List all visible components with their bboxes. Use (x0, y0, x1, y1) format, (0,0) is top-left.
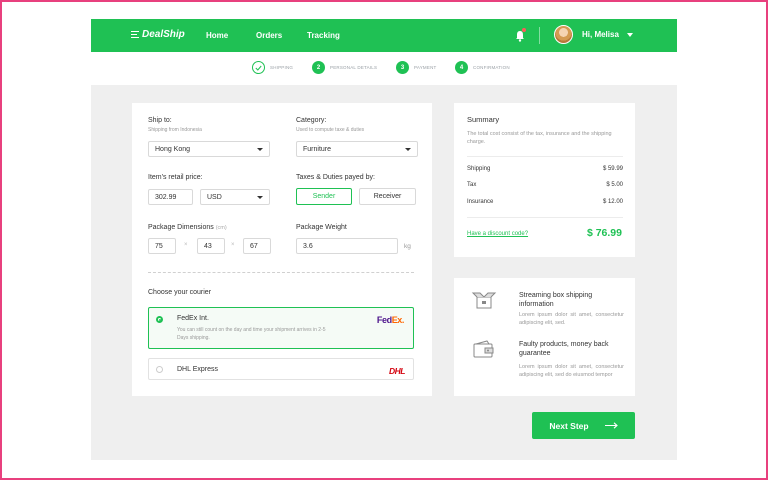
dimension-length-input[interactable]: 75 (148, 238, 176, 254)
avatar[interactable] (554, 25, 573, 44)
currency-select[interactable]: USD (200, 189, 270, 205)
courier-label: Choose your courier (148, 289, 212, 296)
step-number: 4 (455, 61, 468, 74)
category-value: Furniture (303, 145, 332, 153)
top-navbar: DealShip Home Orders Tracking Hi, Melisa (91, 19, 677, 52)
fedex-logo: FedEx. (376, 315, 405, 325)
wallet-icon (471, 340, 494, 358)
logo-mark-icon (131, 30, 139, 39)
ship-to-select[interactable]: Hong Kong (148, 141, 270, 157)
step-number: 3 (396, 61, 409, 74)
info-title: Faulty products, money back guarantee (519, 341, 609, 357)
nav-orders[interactable]: Orders (256, 31, 282, 40)
dimensions-label: Package Dimensions (cm) (148, 224, 227, 231)
sender-button[interactable]: Sender (296, 188, 352, 205)
ship-to-label: Ship to: (148, 117, 172, 124)
check-icon (252, 61, 265, 74)
header-divider (539, 27, 540, 44)
divider (148, 272, 414, 273)
dimensions-unit: (cm) (215, 225, 227, 231)
step-personal-details[interactable]: 2 PERSONAL DETAILS (312, 61, 377, 74)
next-step-label: Next Step (549, 420, 589, 431)
dimensions-label-text: Package Dimensions (148, 224, 214, 231)
logo-text: DealShip (142, 29, 185, 40)
times-icon: × (184, 242, 188, 248)
row-value: $ 5.00 (606, 182, 623, 188)
progress-steps: SHIPPING 2 PERSONAL DETAILS 3 PAYMENT 4 … (91, 52, 677, 85)
step-label: SHIPPING (270, 65, 294, 70)
price-label: Item's retail price: (148, 174, 203, 181)
dimension-width-input[interactable]: 43 (197, 238, 225, 254)
total-amount: $ 76.99 (586, 227, 622, 239)
category-sublabel: Used to compute taxe & duties (296, 127, 365, 133)
times-icon: × (231, 242, 235, 248)
courier-option-fedex[interactable]: FedEx Int. You can still count on the da… (148, 307, 414, 349)
discount-code-link[interactable]: Have a discount code? (467, 231, 528, 237)
summary-description: The total cost consist of the tax, insur… (467, 131, 612, 145)
summary-row-shipping: Shipping $ 59.99 (467, 166, 623, 172)
chevron-down-icon[interactable] (627, 33, 633, 37)
info-title: Streaming box shipping information (519, 292, 593, 308)
courier-name: FedEx Int. (177, 315, 209, 322)
summary-title: Summary (467, 115, 500, 124)
step-label: PERSONAL DETAILS (330, 65, 378, 70)
weight-unit: kg (404, 243, 411, 250)
ship-to-value: Hong Kong (155, 145, 191, 153)
app-window: DealShip Home Orders Tracking Hi, Melisa… (91, 19, 677, 460)
shipping-form-card: Ship to: Shipping from Indonesia Hong Ko… (132, 103, 432, 396)
nav-home[interactable]: Home (206, 31, 228, 40)
step-confirmation[interactable]: 4 CONFIRMATION (455, 61, 510, 74)
nav-tracking[interactable]: Tracking (307, 31, 340, 40)
divider (467, 156, 623, 157)
logo[interactable]: DealShip (131, 29, 185, 40)
courier-name: DHL Express (177, 366, 218, 373)
arrow-right-icon (604, 422, 618, 429)
summary-row-tax: Tax $ 5.00 (467, 182, 623, 188)
row-label: Shipping (467, 166, 491, 172)
row-value: $ 12.00 (602, 199, 623, 205)
ship-to-sublabel: Shipping from Indonesia (148, 127, 202, 133)
box-icon (471, 291, 497, 309)
step-shipping[interactable]: SHIPPING (252, 61, 293, 74)
caret-down-icon (405, 148, 411, 151)
row-label: Tax (467, 182, 477, 188)
dhl-logo: DHL (389, 366, 405, 376)
weight-input[interactable]: 3.6 (296, 238, 398, 254)
step-label: PAYMENT (414, 65, 437, 70)
price-input[interactable]: 302.99 (148, 189, 193, 205)
summary-card: Summary The total cost consist of the ta… (454, 103, 635, 257)
radio-unselected[interactable] (156, 366, 163, 373)
bell-icon[interactable] (515, 28, 526, 42)
step-payment[interactable]: 3 PAYMENT (396, 61, 437, 74)
info-description: Lorem ipsum dolor sit amet, consectetur … (519, 364, 624, 378)
courier-option-dhl[interactable]: DHL Express DHL (148, 358, 414, 380)
radio-selected[interactable] (156, 316, 163, 323)
step-number: 2 (312, 61, 325, 74)
weight-label: Package Weight (296, 224, 347, 231)
info-card: Streaming box shipping information Lorem… (454, 278, 635, 396)
divider (467, 217, 623, 218)
next-step-button[interactable]: Next Step (532, 412, 635, 439)
courier-description: You can still count on the day and time … (177, 327, 326, 341)
category-select[interactable]: Furniture (296, 141, 418, 157)
caret-down-icon (257, 148, 263, 151)
info-description: Lorem ipsum dolor sit amet, consectetur … (519, 312, 624, 326)
category-label: Category: (296, 117, 327, 124)
username[interactable]: Hi, Melisa (582, 30, 619, 39)
currency-value: USD (207, 193, 222, 201)
row-label: Insurance (467, 199, 494, 205)
step-label: CONFIRMATION (473, 65, 510, 70)
dimension-height-input[interactable]: 67 (243, 238, 271, 254)
taxes-label: Taxes & Duties payed by: (296, 174, 375, 181)
receiver-button[interactable]: Receiver (359, 188, 416, 205)
notification-dot (522, 28, 526, 32)
row-value: $ 59.99 (602, 166, 623, 172)
caret-down-icon (257, 196, 263, 199)
summary-row-insurance: Insurance $ 12.00 (467, 199, 623, 205)
